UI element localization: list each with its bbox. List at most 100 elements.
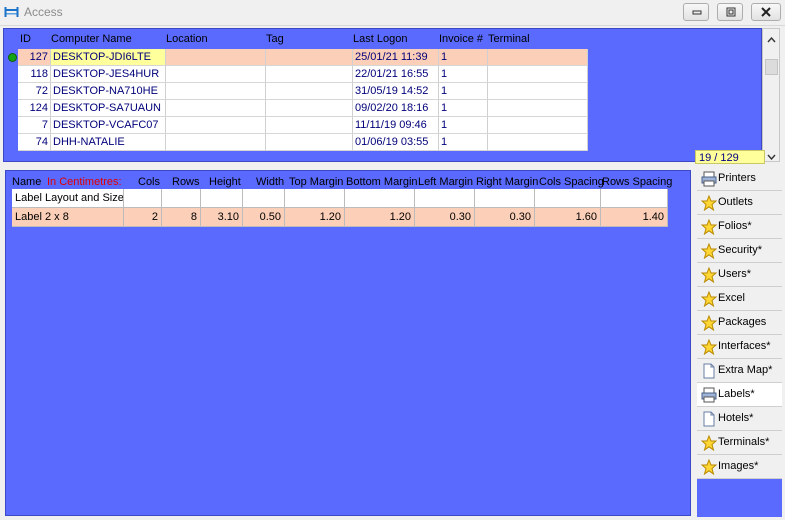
sidebar-item-labels[interactable]: Labels* [697,383,782,407]
cell-height[interactable]: 3.10 [201,208,243,227]
cell-cols[interactable]: 2 [124,208,162,227]
cell-last-logon[interactable]: 01/06/19 03:55 [353,134,439,151]
cell-invoice[interactable]: 1 [439,83,488,100]
cell-terminal[interactable] [488,66,588,83]
cell-rows-spacing[interactable] [601,189,668,208]
close-button[interactable] [751,3,781,21]
cell-top-margin[interactable]: 1.20 [285,208,345,227]
cell-rows[interactable]: 8 [162,208,201,227]
cell-last-logon[interactable]: 25/01/21 11:39 [353,49,439,66]
column-header-computer-name[interactable]: Computer Name [51,33,132,45]
scroll-up-icon[interactable] [767,34,776,46]
column-header-name[interactable]: Name [12,176,41,188]
cell-id[interactable]: 74 [18,134,51,151]
cell-label-name[interactable]: Label Layout and Size [12,189,124,208]
column-header-rows-spacing[interactable]: Rows Spacing [602,176,672,188]
column-header-top-margin[interactable]: Top Margin [289,176,343,188]
cell-left-margin[interactable]: 0.30 [415,208,475,227]
cell-invoice[interactable]: 1 [439,117,488,134]
cell-height[interactable] [201,189,243,208]
cell-location[interactable] [166,49,266,66]
cell-last-logon[interactable]: 09/02/20 18:16 [353,100,439,117]
cell-location[interactable] [166,134,266,151]
cell-cols-spacing[interactable]: 1.60 [535,208,601,227]
column-header-width[interactable]: Width [256,176,284,188]
cell-last-logon[interactable]: 31/05/19 14:52 [353,83,439,100]
cell-terminal[interactable] [488,83,588,100]
sidebar-item-extra-map[interactable]: Extra Map* [697,359,782,383]
cell-right-margin[interactable] [475,189,535,208]
cell-location[interactable] [166,117,266,134]
column-header-height[interactable]: Height [209,176,241,188]
cell-invoice[interactable]: 1 [439,134,488,151]
column-header-terminal[interactable]: Terminal [488,33,530,45]
cell-width[interactable] [243,189,285,208]
cell-last-logon[interactable]: 22/01/21 16:55 [353,66,439,83]
cell-id[interactable]: 127 [18,49,51,66]
cell-top-margin[interactable] [285,189,345,208]
cell-id[interactable]: 72 [18,83,51,100]
cell-invoice[interactable]: 1 [439,100,488,117]
cell-id[interactable]: 7 [18,117,51,134]
label-row[interactable]: Label Layout and Size [12,189,672,208]
cell-invoice[interactable]: 1 [439,66,488,83]
cell-last-logon[interactable]: 11/11/19 09:46 [353,117,439,134]
cell-computer-name[interactable]: DHH-NATALIE [51,134,166,151]
cell-computer-name[interactable]: DESKTOP-VCAFC07 [51,117,166,134]
cell-right-margin[interactable]: 0.30 [475,208,535,227]
column-header-cols[interactable]: Cols [138,176,160,188]
terminals-scrollbar[interactable] [762,28,780,162]
cell-tag[interactable] [266,83,353,100]
sidebar-item-printers[interactable]: Printers [697,167,782,191]
sidebar-item-terminals[interactable]: Terminals* [697,431,782,455]
column-header-cols-spacing[interactable]: Cols Spacing [539,176,604,188]
column-header-left-margin[interactable]: Left Margin [418,176,473,188]
cell-invoice[interactable]: 1 [439,49,488,66]
sidebar-item-images[interactable]: Images* [697,455,782,479]
maximize-button[interactable] [717,3,743,21]
column-header-location[interactable]: Location [166,33,208,45]
column-header-invoice[interactable]: Invoice # [439,33,483,45]
cell-label-name[interactable]: Label 2 x 8 [12,208,124,227]
cell-terminal[interactable] [488,117,588,134]
cell-rows-spacing[interactable]: 1.40 [601,208,668,227]
column-header-rows[interactable]: Rows [172,176,200,188]
cell-tag[interactable] [266,100,353,117]
cell-tag[interactable] [266,134,353,151]
sidebar-item-users[interactable]: Users* [697,263,782,287]
sidebar-item-folios[interactable]: Folios* [697,215,782,239]
cell-computer-name[interactable]: DESKTOP-SA7UAUN [51,100,166,117]
cell-bottom-margin[interactable] [345,189,415,208]
column-header-id[interactable]: ID [20,33,31,45]
cell-cols-spacing[interactable] [535,189,601,208]
sidebar-item-security[interactable]: Security* [697,239,782,263]
sidebar-item-packages[interactable]: Packages [697,311,782,335]
cell-cols[interactable] [124,189,162,208]
cell-tag[interactable] [266,117,353,134]
cell-bottom-margin[interactable]: 1.20 [345,208,415,227]
cell-computer-name[interactable]: DESKTOP-NA710HE [51,83,166,100]
column-header-right-margin[interactable]: Right Margin [476,176,538,188]
cell-computer-name[interactable]: DESKTOP-JDI6LTE [51,49,166,66]
column-header-last-logon[interactable]: Last Logon [353,33,407,45]
sidebar-item-interfaces[interactable]: Interfaces* [697,335,782,359]
sidebar-item-outlets[interactable]: Outlets [697,191,782,215]
cell-tag[interactable] [266,66,353,83]
sidebar-item-excel[interactable]: Excel [697,287,782,311]
column-header-tag[interactable]: Tag [266,33,284,45]
minimize-button[interactable] [683,3,709,21]
cell-terminal[interactable] [488,134,588,151]
cell-id[interactable]: 124 [18,100,51,117]
cell-rows[interactable] [162,189,201,208]
cell-tag[interactable] [266,49,353,66]
cell-computer-name[interactable]: DESKTOP-JES4HUR [51,66,166,83]
label-row[interactable]: Label 2 x 8 2 8 3.10 0.50 1.20 1.20 0.30… [12,208,672,227]
scroll-down-icon[interactable] [767,151,776,163]
cell-terminal[interactable] [488,100,588,117]
cell-location[interactable] [166,100,266,117]
cell-id[interactable]: 118 [18,66,51,83]
cell-location[interactable] [166,66,266,83]
cell-location[interactable] [166,83,266,100]
column-header-bottom-margin[interactable]: Bottom Margin [346,176,418,188]
cell-terminal[interactable] [488,49,588,66]
